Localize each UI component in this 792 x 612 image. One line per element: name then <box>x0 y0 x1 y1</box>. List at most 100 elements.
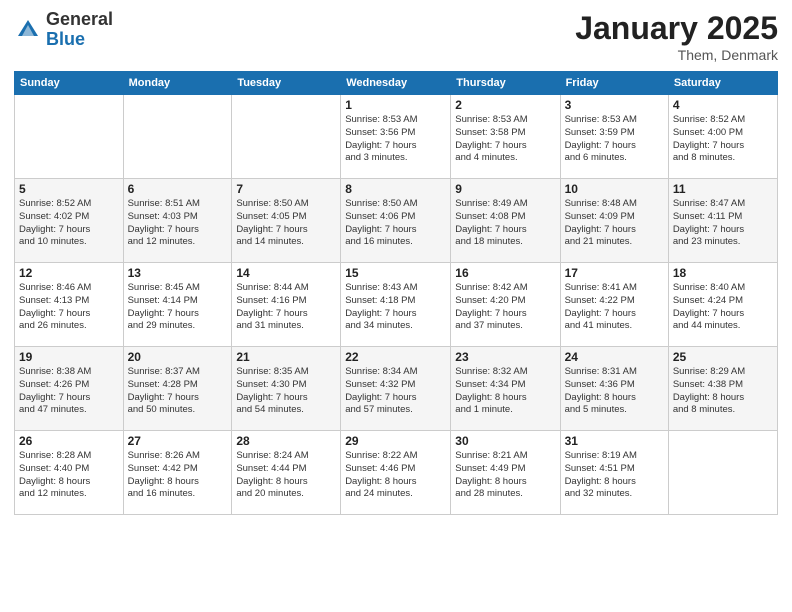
col-friday: Friday <box>560 72 668 95</box>
day-info: Sunrise: 8:19 AM Sunset: 4:51 PM Dayligh… <box>565 450 664 501</box>
day-number: 14 <box>236 266 336 280</box>
calendar-cell: 10 Sunrise: 8:48 AM Sunset: 4:09 PM Dayli… <box>560 179 668 263</box>
day-info: Sunrise: 8:53 AM Sunset: 3:59 PM Dayligh… <box>565 114 664 165</box>
calendar-cell: 15 Sunrise: 8:43 AM Sunset: 4:18 PM Dayli… <box>341 263 451 347</box>
day-info: Sunrise: 8:34 AM Sunset: 4:32 PM Dayligh… <box>345 366 446 417</box>
day-number: 29 <box>345 434 446 448</box>
day-info: Sunrise: 8:31 AM Sunset: 4:36 PM Dayligh… <box>565 366 664 417</box>
calendar-cell <box>232 95 341 179</box>
day-number: 25 <box>673 350 773 364</box>
day-number: 19 <box>19 350 119 364</box>
calendar-cell: 6Sunrise: 8:51 AM Sunset: 4:03 PM Daylig… <box>123 179 232 263</box>
day-info: Sunrise: 8:46 AM Sunset: 4:13 PM Dayligh… <box>19 282 119 333</box>
calendar-cell: 9 Sunrise: 8:49 AM Sunset: 4:08 PM Daylig… <box>451 179 560 263</box>
day-info: Sunrise: 8:38 AM Sunset: 4:26 PM Dayligh… <box>19 366 119 417</box>
logo-blue: Blue <box>46 30 113 50</box>
day-info: Sunrise: 8:44 AM Sunset: 4:16 PM Dayligh… <box>236 282 336 333</box>
day-info: Sunrise: 8:48 AM Sunset: 4:09 PM Dayligh… <box>565 198 664 249</box>
col-wednesday: Wednesday <box>341 72 451 95</box>
day-number: 5 <box>19 182 119 196</box>
day-number: 6 <box>128 182 228 196</box>
calendar-cell <box>15 95 124 179</box>
calendar-cell: 28 Sunrise: 8:24 AM Sunset: 4:44 PM Dayli… <box>232 431 341 515</box>
day-info: Sunrise: 8:32 AM Sunset: 4:34 PM Dayligh… <box>455 366 555 417</box>
calendar-week-row: 12 Sunrise: 8:46 AM Sunset: 4:13 PM Dayli… <box>15 263 778 347</box>
day-number: 23 <box>455 350 555 364</box>
day-info: Sunrise: 8:50 AM Sunset: 4:05 PM Dayligh… <box>236 198 336 249</box>
calendar-week-row: 19 Sunrise: 8:38 AM Sunset: 4:26 PM Dayli… <box>15 347 778 431</box>
day-info: Sunrise: 8:49 AM Sunset: 4:08 PM Dayligh… <box>455 198 555 249</box>
day-number: 9 <box>455 182 555 196</box>
calendar-cell: 19 Sunrise: 8:38 AM Sunset: 4:26 PM Dayli… <box>15 347 124 431</box>
calendar-cell: 1Sunrise: 8:53 AM Sunset: 3:56 PM Daylig… <box>341 95 451 179</box>
day-number: 20 <box>128 350 228 364</box>
day-number: 28 <box>236 434 336 448</box>
calendar-cell: 23 Sunrise: 8:32 AM Sunset: 4:34 PM Dayli… <box>451 347 560 431</box>
day-info: Sunrise: 8:45 AM Sunset: 4:14 PM Dayligh… <box>128 282 228 333</box>
day-number: 2 <box>455 98 555 112</box>
calendar-cell: 21Sunrise: 8:35 AM Sunset: 4:30 PM Dayli… <box>232 347 341 431</box>
day-number: 27 <box>128 434 228 448</box>
calendar-cell: 26Sunrise: 8:28 AM Sunset: 4:40 PM Dayli… <box>15 431 124 515</box>
day-info: Sunrise: 8:52 AM Sunset: 4:00 PM Dayligh… <box>673 114 773 165</box>
col-monday: Monday <box>123 72 232 95</box>
header-row: Sunday Monday Tuesday Wednesday Thursday… <box>15 72 778 95</box>
calendar-cell: 25 Sunrise: 8:29 AM Sunset: 4:38 PM Dayli… <box>668 347 777 431</box>
calendar-cell: 17Sunrise: 8:41 AM Sunset: 4:22 PM Dayli… <box>560 263 668 347</box>
day-number: 8 <box>345 182 446 196</box>
day-number: 1 <box>345 98 446 112</box>
day-number: 11 <box>673 182 773 196</box>
col-sunday: Sunday <box>15 72 124 95</box>
day-number: 13 <box>128 266 228 280</box>
calendar-week-row: 5Sunrise: 8:52 AM Sunset: 4:02 PM Daylig… <box>15 179 778 263</box>
calendar-cell: 18 Sunrise: 8:40 AM Sunset: 4:24 PM Dayli… <box>668 263 777 347</box>
title-block: January 2025 Them, Denmark <box>575 10 778 63</box>
col-tuesday: Tuesday <box>232 72 341 95</box>
calendar-cell: 16Sunrise: 8:42 AM Sunset: 4:20 PM Dayli… <box>451 263 560 347</box>
calendar-subtitle: Them, Denmark <box>575 47 778 63</box>
calendar-week-row: 26Sunrise: 8:28 AM Sunset: 4:40 PM Dayli… <box>15 431 778 515</box>
day-info: Sunrise: 8:26 AM Sunset: 4:42 PM Dayligh… <box>128 450 228 501</box>
day-number: 4 <box>673 98 773 112</box>
calendar-cell: 30 Sunrise: 8:21 AM Sunset: 4:49 PM Dayli… <box>451 431 560 515</box>
day-number: 30 <box>455 434 555 448</box>
calendar-cell: 12 Sunrise: 8:46 AM Sunset: 4:13 PM Dayli… <box>15 263 124 347</box>
day-info: Sunrise: 8:21 AM Sunset: 4:49 PM Dayligh… <box>455 450 555 501</box>
logo-text: General Blue <box>46 10 113 50</box>
day-info: Sunrise: 8:40 AM Sunset: 4:24 PM Dayligh… <box>673 282 773 333</box>
day-number: 10 <box>565 182 664 196</box>
day-info: Sunrise: 8:47 AM Sunset: 4:11 PM Dayligh… <box>673 198 773 249</box>
calendar-cell: 4 Sunrise: 8:52 AM Sunset: 4:00 PM Daylig… <box>668 95 777 179</box>
logo-general: General <box>46 10 113 30</box>
calendar-title: January 2025 <box>575 10 778 47</box>
calendar-cell: 20Sunrise: 8:37 AM Sunset: 4:28 PM Dayli… <box>123 347 232 431</box>
day-info: Sunrise: 8:29 AM Sunset: 4:38 PM Dayligh… <box>673 366 773 417</box>
calendar-cell: 7Sunrise: 8:50 AM Sunset: 4:05 PM Daylig… <box>232 179 341 263</box>
calendar-table: Sunday Monday Tuesday Wednesday Thursday… <box>14 71 778 515</box>
calendar-cell: 2Sunrise: 8:53 AM Sunset: 3:58 PM Daylig… <box>451 95 560 179</box>
calendar-header: Sunday Monday Tuesday Wednesday Thursday… <box>15 72 778 95</box>
day-number: 31 <box>565 434 664 448</box>
calendar-cell: 22Sunrise: 8:34 AM Sunset: 4:32 PM Dayli… <box>341 347 451 431</box>
calendar-cell: 3 Sunrise: 8:53 AM Sunset: 3:59 PM Daylig… <box>560 95 668 179</box>
day-number: 18 <box>673 266 773 280</box>
logo: General Blue <box>14 10 113 50</box>
logo-icon <box>14 16 42 44</box>
day-number: 15 <box>345 266 446 280</box>
day-info: Sunrise: 8:22 AM Sunset: 4:46 PM Dayligh… <box>345 450 446 501</box>
col-thursday: Thursday <box>451 72 560 95</box>
day-number: 24 <box>565 350 664 364</box>
day-info: Sunrise: 8:24 AM Sunset: 4:44 PM Dayligh… <box>236 450 336 501</box>
day-number: 3 <box>565 98 664 112</box>
calendar-cell <box>668 431 777 515</box>
calendar-cell: 31 Sunrise: 8:19 AM Sunset: 4:51 PM Dayli… <box>560 431 668 515</box>
calendar-cell: 5Sunrise: 8:52 AM Sunset: 4:02 PM Daylig… <box>15 179 124 263</box>
calendar-cell: 14 Sunrise: 8:44 AM Sunset: 4:16 PM Dayli… <box>232 263 341 347</box>
calendar-page: General Blue January 2025 Them, Denmark … <box>0 0 792 612</box>
day-info: Sunrise: 8:42 AM Sunset: 4:20 PM Dayligh… <box>455 282 555 333</box>
day-info: Sunrise: 8:43 AM Sunset: 4:18 PM Dayligh… <box>345 282 446 333</box>
day-info: Sunrise: 8:35 AM Sunset: 4:30 PM Dayligh… <box>236 366 336 417</box>
day-number: 12 <box>19 266 119 280</box>
calendar-body: 1Sunrise: 8:53 AM Sunset: 3:56 PM Daylig… <box>15 95 778 515</box>
calendar-cell <box>123 95 232 179</box>
